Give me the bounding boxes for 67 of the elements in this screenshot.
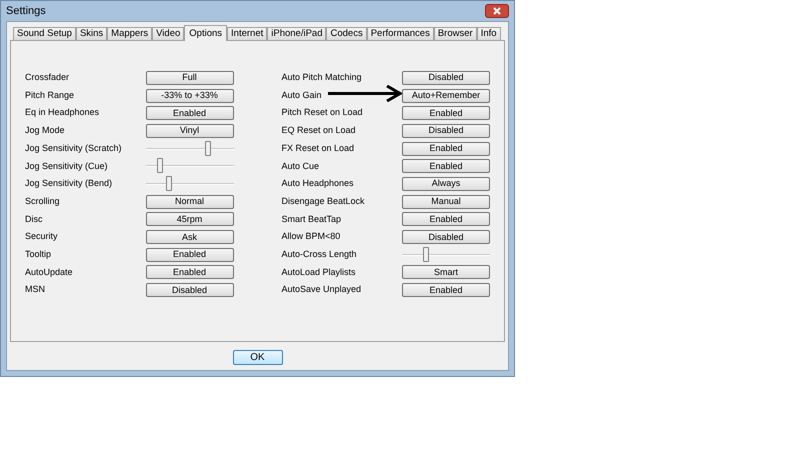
option-label: Scrolling — [25, 194, 60, 208]
option-button[interactable]: Always — [402, 176, 490, 191]
option-button[interactable]: Enabled — [402, 159, 490, 174]
option-button[interactable]: Ask — [146, 230, 234, 244]
option-label: FX Reset on Load — [282, 142, 354, 155]
option-label: AutoLoad Playlists — [282, 266, 356, 279]
option-button[interactable]: Enabled — [146, 248, 234, 262]
window-title: Settings — [6, 4, 46, 19]
ok-button[interactable]: OK — [232, 350, 282, 365]
close-button[interactable] — [485, 4, 509, 18]
option-label: Auto-Cross Length — [282, 248, 357, 261]
option-label: Crossfader — [25, 71, 70, 84]
option-button[interactable]: -33% to +33% — [146, 88, 234, 103]
option-button[interactable]: Manual — [402, 194, 490, 209]
option-label: Disc — [25, 212, 42, 226]
option-button[interactable]: Enabled — [402, 142, 490, 156]
slider-thumb[interactable] — [166, 176, 172, 191]
close-icon — [493, 7, 501, 15]
option-label: Eq in Headphones — [25, 106, 100, 120]
option-button[interactable]: Disabled — [402, 70, 490, 85]
option-label: Allow BPM<80 — [282, 230, 340, 244]
option-label: Auto Headphones — [282, 177, 354, 190]
tab[interactable]: Info — [476, 27, 501, 40]
option-label: Pitch Reset on Load — [282, 106, 363, 120]
option-button[interactable]: Auto+Remember — [402, 88, 490, 103]
tab[interactable]: Video — [152, 27, 184, 40]
tab[interactable]: Mappers — [107, 27, 152, 40]
option-label: Pitch Range — [25, 88, 74, 102]
tab[interactable]: Performances — [366, 27, 434, 40]
tab[interactable]: Options — [184, 25, 228, 41]
option-label: Auto Cue — [282, 160, 320, 173]
option-label: Jog Sensitivity (Scratch) — [25, 142, 122, 155]
option-label: EQ Reset on Load — [282, 124, 356, 138]
option-label: MSN — [25, 283, 45, 296]
tab[interactable]: Codecs — [326, 27, 367, 40]
option-button[interactable]: Disabled — [146, 283, 234, 298]
option-button[interactable]: Disabled — [402, 124, 490, 138]
option-button[interactable]: Smart — [402, 265, 490, 280]
option-label: Auto Pitch Matching — [282, 71, 362, 84]
option-button[interactable]: Full — [146, 70, 234, 85]
option-label: Jog Mode — [25, 124, 65, 138]
option-label: Jog Sensitivity (Cue) — [25, 160, 108, 173]
tab[interactable]: Internet — [227, 27, 268, 40]
option-button[interactable]: Disabled — [402, 230, 490, 244]
option-button[interactable]: Enabled — [402, 106, 490, 120]
option-label: AutoUpdate — [25, 266, 73, 279]
option-button[interactable]: Vinyl — [146, 124, 234, 138]
tab[interactable]: Browser — [434, 27, 477, 40]
option-label: AutoSave Unplayed — [282, 283, 362, 296]
option-label: Smart BeatTap — [282, 212, 342, 226]
slider-thumb[interactable] — [204, 140, 211, 156]
option-label: Disengage BeatLock — [282, 194, 365, 208]
option-button[interactable]: 45rpm — [146, 212, 234, 226]
option-label: Auto Gain — [282, 88, 322, 102]
option-label: Security — [25, 230, 58, 244]
tab[interactable]: Skins — [76, 27, 108, 40]
option-label: Tooltip — [25, 248, 52, 261]
option-label: Jog Sensitivity (Bend) — [25, 177, 112, 190]
option-button[interactable]: Enabled — [402, 283, 490, 298]
tab[interactable]: iPhone/iPad — [267, 27, 326, 40]
option-button[interactable]: Enabled — [402, 212, 490, 226]
tab[interactable]: Sound Setup — [13, 27, 76, 40]
slider-thumb[interactable] — [156, 158, 163, 174]
option-button[interactable]: Enabled — [146, 106, 234, 120]
slider-thumb[interactable] — [423, 246, 430, 262]
option-button[interactable]: Normal — [146, 194, 234, 209]
option-button[interactable]: Enabled — [146, 265, 234, 280]
